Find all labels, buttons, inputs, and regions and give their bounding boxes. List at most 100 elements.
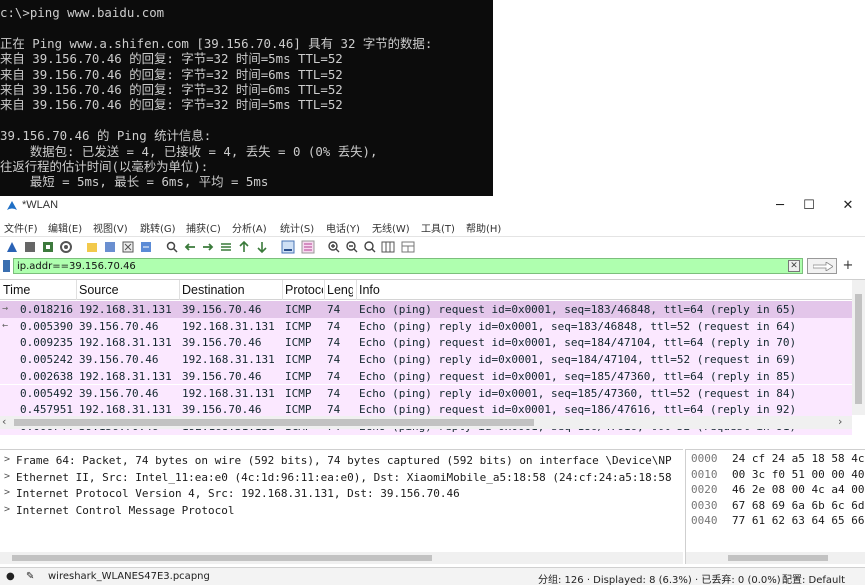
maximize-icon[interactable]: ☐ [797, 197, 821, 215]
menu-item[interactable]: 帮助(H) [466, 220, 501, 235]
byte-hex[interactable]: 46 2e 08 00 4c a4 00 [732, 483, 864, 496]
minimize-icon[interactable]: ─ [768, 197, 792, 215]
byte-hex[interactable]: 67 68 69 6a 6b 6c 6d [732, 499, 864, 512]
column-separator[interactable] [76, 280, 77, 300]
menu-item[interactable]: 电话(Y) [326, 220, 360, 235]
command-prompt-console[interactable]: c:\>ping www.baidu.com 正在 Ping www.a.shif… [0, 0, 493, 196]
console-line: c:\>ping www.baidu.com [0, 5, 165, 20]
close-icon[interactable]: ✕ [836, 197, 860, 215]
normal-size-icon[interactable] [362, 240, 377, 254]
detail-text: Ethernet II, Src: Intel_11:ea:e0 (4c:1d:… [16, 470, 672, 484]
open-file-icon[interactable] [84, 240, 99, 254]
profile-label[interactable]: 配置: Default [782, 571, 845, 585]
go-last-icon[interactable] [254, 240, 269, 254]
go-first-icon[interactable] [236, 240, 251, 254]
auto-scroll-icon[interactable] [280, 240, 295, 254]
packet-list-vscroll[interactable] [852, 280, 865, 415]
packet-proto: ICMP [285, 403, 312, 417]
menu-item[interactable]: 统计(S) [280, 220, 314, 235]
column-separator[interactable] [324, 280, 325, 300]
packet-time: 0.005390 [20, 319, 73, 333]
column-separator[interactable] [282, 280, 283, 300]
scroll-thumb[interactable] [14, 419, 534, 426]
close-file-icon[interactable] [120, 240, 135, 254]
edit-comment-icon[interactable]: ✎ [26, 571, 34, 582]
resize-columns-icon[interactable] [380, 240, 395, 254]
save-file-icon[interactable] [102, 240, 117, 254]
packet-list-hscroll[interactable]: ‹ › [0, 415, 852, 429]
column-header[interactable]: Length [327, 283, 353, 297]
menu-item[interactable]: 工具(T) [421, 220, 455, 235]
column-separator[interactable] [179, 280, 180, 300]
column-header[interactable]: Destination [182, 283, 282, 297]
chevron-right-icon[interactable]: > [4, 454, 10, 465]
packet-info: Echo (ping) request id=0x0001, seq=183/4… [359, 303, 797, 316]
column-header[interactable]: Protocol [285, 283, 323, 297]
column-header[interactable]: Info [359, 283, 839, 297]
go-forward-icon[interactable] [200, 240, 215, 254]
status-ready-icon[interactable]: ● [6, 571, 15, 582]
go-to-packet-icon[interactable] [218, 240, 233, 254]
chevron-right-icon[interactable]: > [4, 487, 10, 498]
menu-item[interactable]: 捕获(C) [186, 220, 221, 235]
packet-list-header: Time Source DestinationProtocol Length Info [0, 280, 852, 300]
display-filter-bar: ✕ + [0, 258, 865, 274]
display-filter-input[interactable] [17, 260, 777, 273]
go-back-icon[interactable] [182, 240, 197, 254]
column-separator[interactable] [356, 280, 357, 300]
console-line: 来自 39.156.70.46 的回复: 字节=32 时间=5ms TTL=52 [0, 51, 343, 67]
packet-row[interactable]: 0.002638 192.168.31.131 39.156.70.46 ICMP 74… [0, 367, 852, 385]
packet-dst: 39.156.70.46 [182, 369, 262, 383]
add-filter-button[interactable]: + [840, 258, 856, 274]
packet-row[interactable]: ← 0.005390 39.156.70.46 192.168.31.131 ICMP 7… [0, 317, 852, 335]
packet-row[interactable]: 0.005492 39.156.70.46 192.168.31.131 ICMP 74… [0, 384, 852, 402]
menu-item[interactable]: 文件(F) [4, 220, 38, 235]
apply-filter-button[interactable] [807, 258, 837, 274]
reload-file-icon[interactable] [138, 240, 153, 254]
packet-row[interactable]: 0.005242 39.156.70.46 192.168.31.131 ICMP 74… [0, 351, 852, 368]
details-hscroll[interactable] [0, 552, 683, 564]
byte-hex[interactable]: 00 3c f0 51 00 00 40 [732, 468, 864, 481]
byte-hex[interactable]: 24 cf 24 a5 18 58 4c [732, 452, 864, 465]
packet-proto: ICMP [285, 353, 312, 367]
restart-capture-icon[interactable] [40, 240, 55, 254]
layout-icon[interactable] [400, 240, 415, 254]
start-capture-icon[interactable] [4, 240, 19, 254]
column-header[interactable]: Time [3, 283, 73, 297]
colorize-icon[interactable] [300, 240, 315, 254]
packet-row[interactable]: → 0.018216 192.168.31.131 39.156.70.46 ICMP 7… [0, 301, 852, 318]
menu-item[interactable]: 视图(V) [93, 220, 128, 235]
clear-filter-icon[interactable]: ✕ [788, 260, 800, 272]
response-arrow-icon: ← [2, 319, 9, 331]
byte-hex[interactable]: 77 61 62 63 64 65 66 [732, 514, 864, 527]
console-line: 来自 39.156.70.46 的回复: 字节=32 时间=6ms TTL=52 [0, 66, 343, 82]
arrow-right-icon [813, 262, 833, 271]
scroll-left-icon[interactable]: ‹ [2, 415, 6, 428]
scroll-thumb[interactable] [728, 555, 828, 561]
detail-text: Internet Protocol Version 4, Src: 192.16… [16, 487, 460, 500]
stop-capture-icon[interactable] [22, 240, 37, 254]
capture-options-icon[interactable] [58, 240, 73, 254]
packet-dst: 192.168.31.131 [182, 353, 275, 367]
chevron-right-icon[interactable]: > [4, 504, 10, 515]
packet-row[interactable]: 0.009235 192.168.31.131 39.156.70.46 ICMP 74… [0, 334, 852, 352]
scroll-thumb[interactable] [855, 294, 862, 404]
menu-item[interactable]: 分析(A) [232, 220, 267, 235]
zoom-in-icon[interactable] [326, 240, 341, 254]
bytes-hscroll[interactable] [686, 552, 865, 564]
menu-item[interactable]: 无线(W) [372, 220, 410, 235]
scroll-thumb[interactable] [12, 555, 432, 561]
menu-item[interactable]: 编辑(E) [48, 220, 82, 235]
byte-offset: 0000 [691, 452, 718, 465]
wireshark-window: *WLAN ─ ☐ ✕ 文件(F) 编辑(E) 视图(V) 跳转(G) 捕获(C) 分析(… [0, 196, 865, 585]
bookmark-icon[interactable] [2, 260, 11, 272]
find-packet-icon[interactable] [164, 240, 179, 254]
column-header[interactable]: Source [79, 283, 175, 297]
scroll-right-icon[interactable]: › [838, 415, 842, 428]
packet-time: 0.005492 [20, 386, 73, 400]
menu-item[interactable]: 跳转(G) [140, 220, 176, 235]
chevron-right-icon[interactable]: > [4, 471, 10, 482]
packet-src: 192.168.31.131 [79, 303, 172, 316]
zoom-out-icon[interactable] [344, 240, 359, 254]
